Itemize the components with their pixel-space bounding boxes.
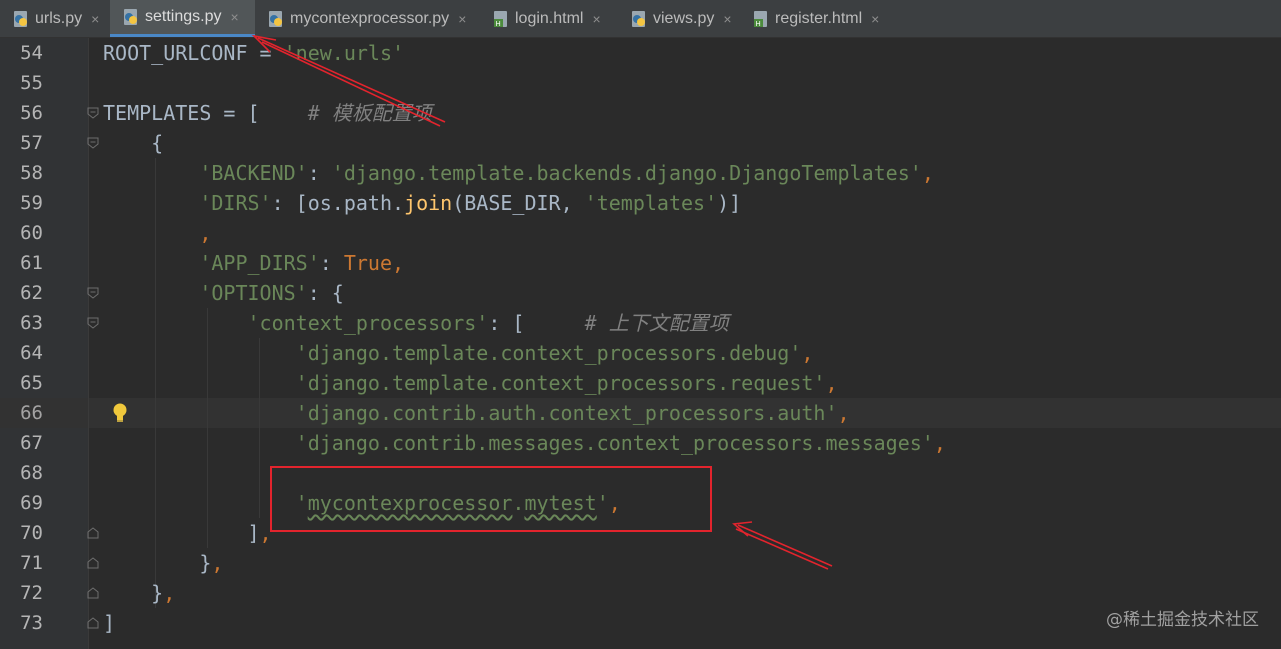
code-line[interactable]: TEMPLATES = [ # 模板配置项 xyxy=(103,98,432,128)
code-line[interactable]: }, xyxy=(103,548,223,578)
python-file-icon xyxy=(14,10,27,27)
python-file-icon xyxy=(124,9,137,25)
line-number: 70 xyxy=(20,522,43,544)
tab-mycontexprocessor[interactable]: mycontexprocessor.py × xyxy=(255,0,492,37)
svg-text:H: H xyxy=(756,20,761,28)
annotation-arrow-bottom xyxy=(732,521,833,570)
python-file-icon xyxy=(269,10,282,27)
tab-label: login.html xyxy=(515,9,584,27)
line-number: 63 xyxy=(20,312,43,334)
close-icon[interactable]: × xyxy=(458,11,466,27)
line-number: 69 xyxy=(20,492,43,514)
line-number: 60 xyxy=(20,222,43,244)
fold-open-icon[interactable] xyxy=(87,317,99,329)
line-number: 55 xyxy=(20,72,43,94)
tab-label: mycontexprocessor.py xyxy=(290,9,450,27)
code-line[interactable]: , xyxy=(103,218,211,248)
html-file-icon: H xyxy=(494,10,507,28)
fold-end-icon[interactable] xyxy=(87,587,99,599)
fold-open-icon[interactable] xyxy=(87,287,99,299)
close-icon[interactable]: × xyxy=(723,11,731,27)
tab-views[interactable]: views.py × xyxy=(618,0,746,37)
line-number: 57 xyxy=(20,132,43,154)
line-number: 72 xyxy=(20,582,43,604)
close-icon[interactable]: × xyxy=(871,11,879,27)
editor-tab-bar: urls.py × settings.py × mycontexprocesso… xyxy=(0,0,1281,38)
line-number: 68 xyxy=(20,462,43,484)
line-number: 59 xyxy=(20,192,43,214)
close-icon[interactable]: × xyxy=(592,11,600,27)
fold-open-icon[interactable] xyxy=(87,107,99,119)
tab-label: settings.py xyxy=(145,8,222,25)
line-number: 64 xyxy=(20,342,43,364)
code-line[interactable]: 'context_processors': [ # 上下文配置项 xyxy=(103,308,729,338)
line-number: 66 xyxy=(20,402,43,424)
close-icon[interactable]: × xyxy=(230,9,238,25)
fold-open-icon[interactable] xyxy=(87,137,99,149)
code-line[interactable]: 'OPTIONS': { xyxy=(103,278,344,308)
code-line[interactable]: 'django.contrib.auth.context_processors.… xyxy=(103,398,850,428)
fold-end-icon[interactable] xyxy=(87,557,99,569)
code-line[interactable]: 'django.contrib.messages.context_process… xyxy=(103,428,946,458)
code-line[interactable]: ], xyxy=(103,518,271,548)
line-number: 58 xyxy=(20,162,43,184)
html-file-icon: H xyxy=(754,10,767,28)
line-number: 56 xyxy=(20,102,43,124)
tab-label: register.html xyxy=(775,9,863,27)
code-line[interactable]: 'BACKEND': 'django.template.backends.dja… xyxy=(103,158,934,188)
svg-text:H: H xyxy=(496,20,501,28)
code-line[interactable]: ] xyxy=(103,608,115,638)
tab-label: urls.py xyxy=(35,9,83,27)
line-number: 65 xyxy=(20,372,43,394)
annotation-highlight-box xyxy=(270,466,712,532)
tab-login[interactable]: H login.html × xyxy=(480,0,620,37)
fold-end-icon[interactable] xyxy=(87,617,99,629)
line-number: 73 xyxy=(20,612,43,634)
tab-urls[interactable]: urls.py × xyxy=(0,0,110,37)
close-icon[interactable]: × xyxy=(91,11,99,27)
line-number: 54 xyxy=(20,42,43,64)
line-number: 71 xyxy=(20,552,43,574)
code-line[interactable]: }, xyxy=(103,578,175,608)
code-line[interactable]: ROOT_URLCONF = 'new.urls' xyxy=(103,38,404,68)
tab-settings[interactable]: settings.py × xyxy=(110,0,255,37)
tab-label: views.py xyxy=(653,9,715,27)
line-number: 62 xyxy=(20,282,43,304)
python-file-icon xyxy=(632,10,645,27)
code-line[interactable]: 'django.template.context_processors.debu… xyxy=(103,338,814,368)
line-number: 61 xyxy=(20,252,43,274)
fold-end-icon[interactable] xyxy=(87,527,99,539)
code-line[interactable]: 'DIRS': [os.path.join(BASE_DIR, 'templat… xyxy=(103,188,741,218)
tab-register[interactable]: H register.html × xyxy=(740,0,905,37)
code-line[interactable]: 'django.template.context_processors.requ… xyxy=(103,368,838,398)
code-line[interactable]: { xyxy=(103,128,163,158)
code-line[interactable]: 'APP_DIRS': True, xyxy=(103,248,404,278)
line-number: 67 xyxy=(20,432,43,454)
watermark: @稀土掘金技术社区 xyxy=(1106,610,1259,630)
